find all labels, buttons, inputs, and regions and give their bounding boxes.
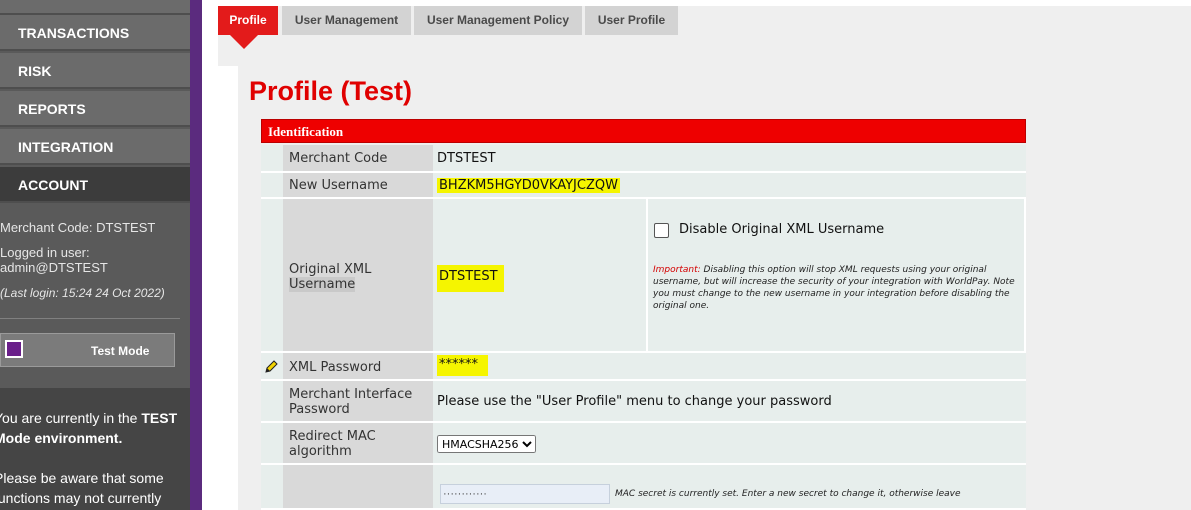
important-note: Important: Disabling this option will st…	[653, 264, 1018, 312]
test-mode-label: Test Mode	[91, 344, 150, 358]
merchant-code-label: Merchant Code	[283, 145, 433, 173]
sidebar-item-transactions[interactable]: TRANSACTIONS	[0, 15, 190, 51]
xml-password-value: ******	[437, 355, 488, 376]
test-mode-message-line4: functions may not currently	[0, 490, 162, 506]
pencil-icon[interactable]	[264, 360, 278, 374]
logged-in-user: admin@DTSTEST	[0, 260, 108, 275]
tab-user-management[interactable]: User Management	[282, 6, 411, 35]
last-login: (Last login: 15:24 24 Oct 2022)	[0, 286, 165, 300]
mac-secret-label	[283, 465, 433, 510]
sidebar-nav-top-partial	[0, 0, 190, 15]
row-icon-cell	[261, 145, 283, 173]
page-title: Profile (Test)	[249, 76, 413, 106]
sidebar: TRANSACTIONS RISK REPORTS INTEGRATION AC…	[0, 0, 190, 510]
active-tab-pointer-icon	[230, 35, 258, 49]
tab-profile[interactable]: Profile	[218, 6, 278, 35]
sidebar-divider	[0, 318, 180, 319]
sidebar-item-risk[interactable]: RISK	[0, 53, 190, 89]
row-icon-cell	[261, 465, 283, 510]
row-icon-cell	[261, 381, 283, 423]
mac-secret-cell: MAC secret is currently set. Enter a new…	[433, 465, 1026, 510]
row-icon-cell	[261, 353, 283, 381]
sidebar-item-reports[interactable]: REPORTS	[0, 91, 190, 127]
new-username-value: BHZKM5HGYD0VKAYJCZQW	[437, 178, 620, 193]
row-icon-cell	[261, 423, 283, 465]
test-mode-button[interactable]: Test Mode	[0, 333, 175, 367]
row-icon-cell	[261, 173, 283, 199]
section-header-identification: Identification	[261, 119, 1026, 143]
test-mode-message-line3: Please be aware that some	[0, 470, 164, 486]
sidebar-item-integration[interactable]: INTEGRATION	[0, 129, 190, 165]
original-xml-username-label-line1: Original XML	[289, 262, 372, 277]
row-icon-cell	[261, 199, 283, 353]
disable-original-panel: Disable Original XML Username Important:…	[646, 199, 1026, 353]
test-mode-message-panel: You are currently in the TEST Mode envir…	[0, 388, 190, 510]
disable-original-checkbox[interactable]	[654, 223, 669, 238]
mac-secret-input[interactable]	[440, 484, 610, 504]
tab-user-management-policy[interactable]: User Management Policy	[414, 6, 582, 35]
message-text: You are currently in the	[0, 410, 142, 426]
important-text: Disabling this option will stop XML requ…	[653, 265, 1015, 311]
redirect-mac-select[interactable]: HMACSHA256	[437, 435, 536, 453]
test-mode-message-line1: You are currently in the TEST	[0, 408, 190, 428]
redirect-mac-label-line1: Redirect MAC	[289, 429, 376, 444]
redirect-mac-label: Redirect MAC algorithm	[283, 423, 433, 465]
redirect-mac-label-line2: algorithm	[289, 444, 352, 459]
tab-user-profile[interactable]: User Profile	[585, 6, 678, 35]
merchant-code-info: Merchant Code: DTSTEST	[0, 220, 156, 235]
merchant-interface-password-label-line1: Merchant Interface	[289, 387, 413, 402]
redirect-mac-cell: HMACSHA256	[433, 423, 1026, 465]
test-mode-message-line2: Mode environment.	[0, 430, 123, 446]
original-xml-username-cell: DTSTEST	[433, 199, 646, 353]
message-bold: TEST	[141, 410, 178, 426]
logged-in-label: Logged in user:	[0, 245, 90, 260]
sidebar-item-account[interactable]: ACCOUNT	[0, 167, 190, 203]
mac-secret-note: MAC secret is currently set. Enter a new…	[615, 489, 961, 499]
new-username-cell: BHZKM5HGYD0VKAYJCZQW	[433, 173, 1026, 199]
merchant-interface-password-value: Please use the "User Profile" menu to ch…	[433, 381, 1026, 423]
xml-password-label: XML Password	[283, 353, 433, 381]
test-mode-indicator-icon	[5, 340, 23, 358]
xml-password-cell: ******	[433, 353, 1026, 381]
original-xml-username-label: Original XML Username	[283, 199, 433, 353]
original-xml-username-label-line2: Username	[289, 277, 356, 292]
sidebar-accent-stripe	[190, 0, 202, 510]
disable-original-label[interactable]: Disable Original XML Username	[679, 222, 884, 237]
important-prefix: Important:	[653, 265, 701, 275]
original-xml-username-value: DTSTEST	[437, 265, 504, 292]
merchant-interface-password-label-line2: Password	[289, 402, 350, 417]
merchant-interface-password-label: Merchant Interface Password	[283, 381, 433, 423]
merchant-code-value: DTSTEST	[433, 145, 1026, 173]
new-username-label: New Username	[283, 173, 433, 199]
